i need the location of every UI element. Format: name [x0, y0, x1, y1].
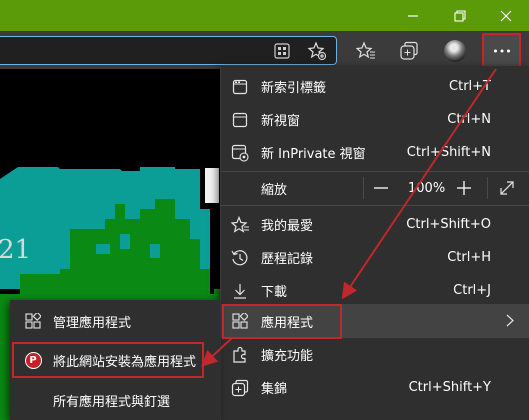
- menu-item-shortcut: Ctrl+Shift+N: [406, 145, 491, 160]
- menu-item-shortcut: Ctrl+Shift+O: [406, 217, 491, 232]
- fullscreen-button[interactable]: [497, 179, 517, 197]
- menu-item-label: 新視窗: [261, 114, 301, 129]
- collections-icon: [231, 379, 249, 397]
- settings-menu: 新索引標籤 Ctrl+T 新視窗 Ctrl+N 新 InPrivate 視窗 C…: [220, 66, 529, 420]
- download-icon: [231, 282, 249, 300]
- restore-icon: [454, 9, 466, 22]
- menu-item-label: 新索引標籤: [261, 81, 327, 96]
- submenu-item-install-site[interactable]: P 將此網站安裝為應用程式: [10, 342, 220, 378]
- apps-icon: [24, 312, 42, 330]
- menu-item-label: 我的最愛: [261, 219, 314, 234]
- menu-item-shortcut: Ctrl+T: [449, 79, 491, 94]
- menu-item-extensions[interactable]: 擴充功能: [221, 338, 529, 371]
- zoom-divider: [487, 177, 488, 199]
- more-options-button[interactable]: [482, 33, 521, 68]
- chevron-right-icon: [506, 314, 514, 331]
- menu-item-new-tab[interactable]: 新索引標籤 Ctrl+T: [221, 70, 529, 103]
- menu-item-new-window[interactable]: 新視窗 Ctrl+N: [221, 103, 529, 136]
- more-icon: [493, 49, 510, 52]
- close-icon: [500, 10, 512, 21]
- menu-item-shortcut: Ctrl+N: [447, 112, 491, 127]
- collections-icon[interactable]: [398, 40, 420, 62]
- menu-separator: [221, 205, 529, 206]
- close-button[interactable]: [483, 0, 529, 31]
- profile-avatar[interactable]: [444, 40, 466, 62]
- menu-item-label: 集錦: [261, 382, 288, 397]
- menu-item-label: 新 InPrivate 視窗: [261, 147, 366, 162]
- submenu-item-label: 所有應用程式與釘選: [53, 394, 171, 410]
- new-window-icon: [231, 111, 249, 129]
- menu-item-new-inprivate[interactable]: 新 InPrivate 視窗 Ctrl+Shift+N: [221, 136, 529, 169]
- restore-button[interactable]: [437, 0, 483, 31]
- submenu-item-all-apps[interactable]: 所有應用程式與釘選: [10, 382, 220, 418]
- minimize-icon: [408, 14, 418, 17]
- submenu-item-manage-apps[interactable]: 管理應用程式: [10, 303, 220, 339]
- menu-item-label: 下載: [261, 285, 288, 300]
- favorites-icon: [231, 215, 249, 234]
- zoom-in-button[interactable]: [454, 179, 474, 197]
- submenu-item-label: 管理應用程式: [53, 315, 132, 331]
- menu-item-shortcut: Ctrl+Shift+Y: [408, 380, 491, 395]
- menu-item-apps[interactable]: 應用程式: [221, 304, 529, 338]
- menu-item-label: 應用程式: [261, 315, 314, 331]
- menu-item-collections[interactable]: 集錦 Ctrl+Shift+Y: [221, 371, 529, 404]
- menu-item-history[interactable]: 歷程記錄 Ctrl+H: [221, 241, 529, 274]
- new-tab-icon: [231, 78, 249, 96]
- menu-item-downloads[interactable]: 下載 Ctrl+J: [221, 274, 529, 307]
- menu-item-shortcut: Ctrl+J: [453, 283, 491, 298]
- minus-icon: [374, 187, 388, 189]
- history-icon: [231, 249, 249, 267]
- site-logo-icon: P: [24, 351, 42, 369]
- zoom-out-button[interactable]: [371, 179, 391, 197]
- zoom-value: 100%: [408, 180, 446, 196]
- apps-icon: [231, 312, 249, 330]
- site-logo: P: [24, 351, 42, 369]
- inprivate-icon: [231, 144, 249, 162]
- minimize-button[interactable]: [390, 0, 436, 31]
- menu-item-zoom: 縮放 100%: [221, 171, 529, 205]
- zoom-label: 縮放: [261, 182, 288, 198]
- favorites-icon[interactable]: [355, 40, 377, 62]
- window-titlebar: [0, 0, 529, 31]
- menu-item-label: 歷程記錄: [261, 252, 314, 267]
- add-favorite-icon[interactable]: [306, 40, 328, 62]
- plus-icon: [457, 181, 471, 195]
- menu-item-shortcut: Ctrl+H: [447, 250, 491, 265]
- menu-item-favorites[interactable]: 我的最愛 Ctrl+Shift+O: [221, 208, 529, 241]
- zoom-divider: [363, 177, 364, 199]
- submenu-item-label: 將此網站安裝為應用程式: [53, 354, 197, 370]
- menu-item-label: 擴充功能: [261, 349, 314, 364]
- apps-submenu: 管理應用程式 P 將此網站安裝為應用程式 所有應用程式與釘選: [10, 300, 220, 420]
- fullscreen-icon: [500, 181, 514, 195]
- page-number-text: 21: [0, 235, 32, 265]
- extensions-icon: [231, 346, 249, 364]
- apps-grid-icon[interactable]: [272, 41, 292, 61]
